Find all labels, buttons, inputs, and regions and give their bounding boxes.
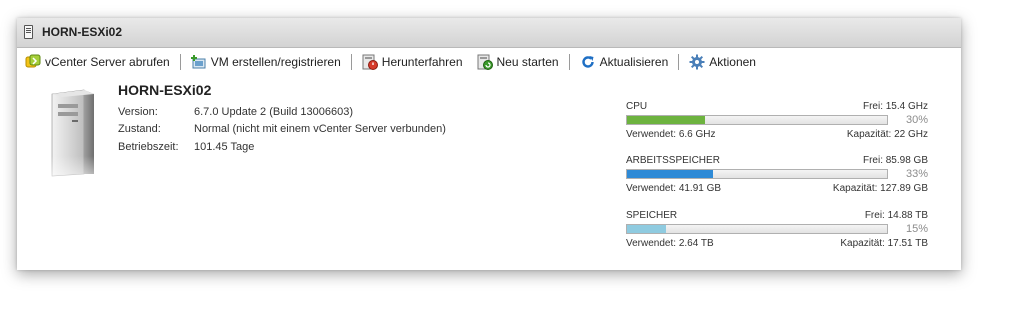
resource-free: Frei: 85.98 GB	[862, 155, 928, 166]
resource-storage: SPEICHER Frei: 14.88 TB 15% Verwendet: 2.…	[626, 210, 928, 250]
property-label: Version:	[118, 105, 158, 118]
resource-capacity: Kapazität: 22 GHz	[846, 129, 928, 140]
resource-name: SPEICHER	[626, 210, 678, 221]
actions-label: Aktionen	[709, 55, 756, 69]
usage-bar-fill	[627, 170, 713, 178]
resource-capacity: Kapazität: 127.89 GB	[832, 183, 928, 194]
create-vm-button[interactable]: VM erstellen/registrieren	[190, 54, 341, 70]
property-value: 6.7.0 Update 2 (Build 13006603)	[194, 105, 354, 118]
property-label: Betriebszeit:	[118, 140, 179, 153]
vcenter-server-label: vCenter Server abrufen	[45, 55, 170, 69]
toolbar-divider	[678, 54, 680, 70]
host-name: HORN-ESXi02	[118, 82, 212, 98]
usage-bar-fill	[627, 116, 705, 124]
host-properties: Version: 6.7.0 Update 2 (Build 13006603)…	[118, 103, 446, 156]
usage-bar	[626, 169, 888, 179]
usage-bar	[626, 224, 888, 234]
restart-button[interactable]: Neu starten	[477, 54, 559, 70]
vcenter-icon	[25, 54, 41, 70]
property-value: Normal (nicht mit einem vCenter Server v…	[194, 123, 446, 136]
resource-free: Frei: 15.4 GHz	[862, 101, 928, 112]
shutdown-label: Herunterfahren	[381, 55, 463, 69]
restart-label: Neu starten	[496, 55, 559, 69]
resource-used: Verwendet: 6.6 GHz	[626, 129, 716, 140]
property-row: Version: 6.7.0 Update 2 (Build 13006603)	[118, 103, 446, 121]
usage-percent: 33%	[905, 168, 928, 180]
property-row: Betriebszeit: 101.45 Tage	[118, 138, 446, 156]
usage-percent: 30%	[905, 114, 928, 126]
toolbar-divider	[568, 54, 570, 70]
resource-name: CPU	[626, 101, 648, 112]
resource-name: ARBEITSSPEICHER	[626, 155, 720, 166]
resource-used: Verwendet: 2.64 TB	[626, 238, 714, 249]
resource-memory: ARBEITSSPEICHER Frei: 85.98 GB 33% Verwen…	[626, 155, 928, 195]
resource-capacity: Kapazität: 17.51 TB	[840, 238, 928, 249]
server-icon	[48, 89, 98, 194]
usage-percent: 15%	[905, 223, 928, 235]
resource-used: Verwendet: 41.91 GB	[626, 183, 722, 194]
toolbar-divider	[179, 54, 181, 70]
usage-bar	[626, 115, 888, 125]
refresh-icon	[580, 54, 596, 70]
toolbar: vCenter Server abrufen VM erstellen/regi…	[25, 53, 756, 71]
toolbar-divider	[350, 54, 352, 70]
resource-free: Frei: 14.88 TB	[864, 210, 928, 221]
resource-cpu: CPU Frei: 15.4 GHz 30% Verwendet: 6.6 GHz…	[626, 101, 928, 141]
shutdown-button[interactable]: Herunterfahren	[362, 54, 463, 70]
restart-icon	[477, 54, 493, 70]
gear-icon	[689, 54, 705, 70]
titlebar: HORN-ESXi02	[17, 18, 961, 48]
property-label: Zustand:	[118, 123, 161, 136]
usage-bar-fill	[627, 225, 666, 233]
create-vm-label: VM erstellen/registrieren	[210, 55, 341, 69]
refresh-label: Aktualisieren	[599, 55, 669, 69]
vcenter-server-button[interactable]: vCenter Server abrufen	[25, 54, 170, 70]
refresh-button[interactable]: Aktualisieren	[580, 54, 669, 70]
window-title: HORN-ESXi02	[42, 25, 123, 39]
create-vm-icon	[190, 54, 207, 70]
host-icon	[24, 25, 33, 39]
actions-button[interactable]: Aktionen	[689, 54, 756, 70]
property-row: Zustand: Normal (nicht mit einem vCenter…	[118, 121, 446, 139]
shutdown-icon	[362, 54, 378, 70]
property-value: 101.45 Tage	[194, 140, 255, 153]
